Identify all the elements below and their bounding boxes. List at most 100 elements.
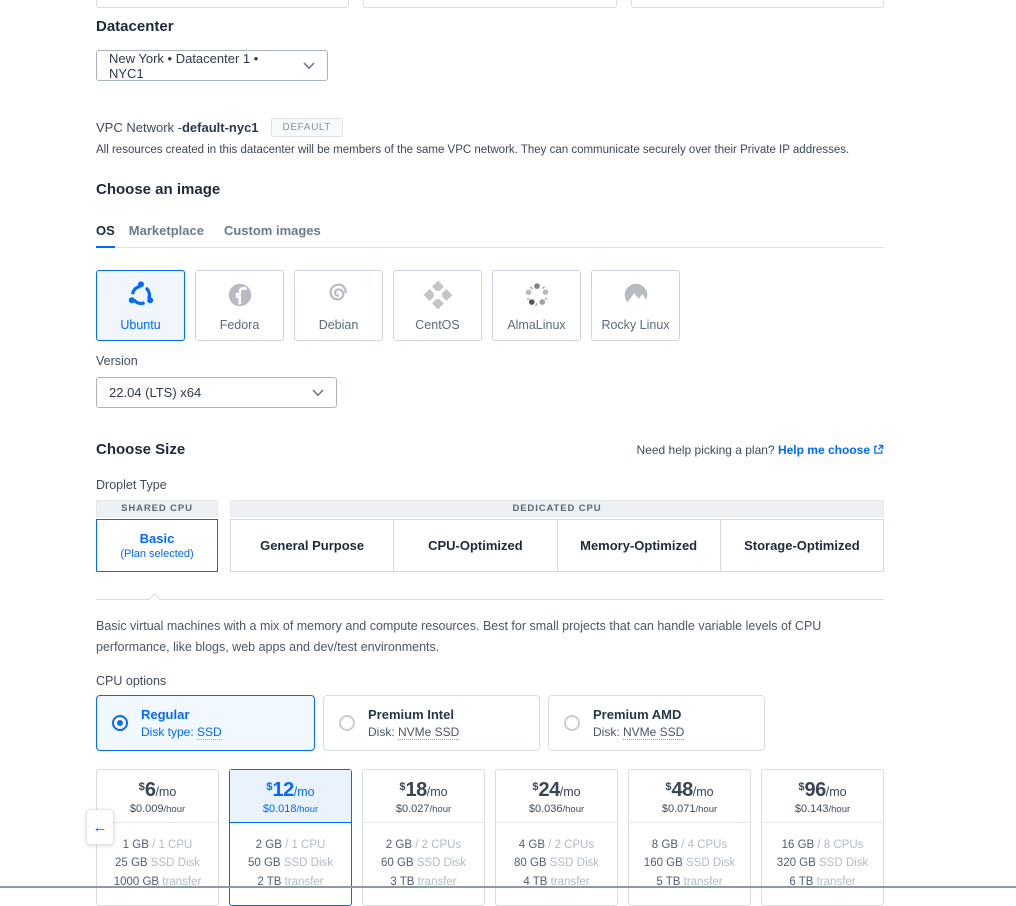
os-card-almalinux[interactable]: AlmaLinux: [492, 270, 581, 341]
radio-selected-icon[interactable]: [112, 715, 128, 731]
disk-label: SSD Disk: [417, 857, 466, 869]
disk-type-value: SSD: [197, 725, 222, 740]
disk-label-prefix: Disk:: [593, 725, 623, 739]
per-month: /mo: [427, 785, 448, 799]
ubuntu-logo-icon: [126, 279, 156, 311]
help-link-label: Help me choose: [778, 443, 870, 457]
disk: 80 GB: [514, 857, 547, 869]
chevron-down-icon: [312, 389, 324, 397]
per-hour: /hour: [696, 804, 718, 815]
os-card-fedora[interactable]: Fedora: [195, 270, 284, 341]
carousel-prev-button[interactable]: ←: [86, 809, 114, 845]
os-card-rockylinux[interactable]: Rocky Linux: [591, 270, 680, 341]
os-card-label: Rocky Linux: [601, 318, 669, 332]
chevron-down-icon: [303, 62, 315, 70]
ram: 2 GB: [386, 839, 412, 851]
tab-marketplace[interactable]: Marketplace: [129, 223, 204, 247]
cpus: / 1 CPU: [152, 839, 192, 851]
cpu-option-regular[interactable]: Regular Disk type: SSD: [96, 695, 315, 751]
per-month: /mo: [155, 785, 176, 799]
rockylinux-logo-icon: [621, 279, 651, 311]
os-card-debian[interactable]: Debian: [294, 270, 383, 341]
partial-field[interactable]: [363, 0, 616, 8]
ram: 4 GB: [519, 839, 545, 851]
plan-price: $6/mo $0.009/hour: [97, 770, 218, 823]
cpus: / 2 CPUs: [415, 839, 461, 851]
plan-price: $96/mo $0.143/hour: [762, 770, 883, 823]
type-tab-basic[interactable]: Basic (Plan selected): [96, 519, 218, 572]
tab-custom-images[interactable]: Custom images: [224, 223, 321, 247]
datacenter-select[interactable]: New York • Datacenter 1 • NYC1: [96, 50, 328, 81]
plan-price: $12/mo $0.018/hour: [230, 770, 351, 823]
create-droplet-page: Datacenter New York • Datacenter 1 • NYC…: [96, 0, 884, 906]
hourly-price: $0.009: [130, 803, 164, 815]
os-options: Ubuntu Fedora Debian: [96, 270, 884, 341]
radio-icon[interactable]: [564, 715, 580, 731]
partial-field[interactable]: [96, 0, 349, 8]
type-tab-storage-optimized[interactable]: Storage-Optimized: [720, 519, 884, 572]
help-prompt: Need help picking a plan?: [637, 443, 775, 457]
plan-selected-note: (Plan selected): [120, 548, 193, 560]
type-tab-general-purpose[interactable]: General Purpose: [230, 519, 394, 572]
ram: 16 GB: [782, 839, 815, 851]
type-tab-cpu-optimized[interactable]: CPU-Optimized: [393, 519, 557, 572]
disk-type-value: NVMe SSD: [398, 725, 459, 740]
ram: 8 GB: [652, 839, 678, 851]
datacenter-selected-value: New York • Datacenter 1 • NYC1: [109, 51, 295, 81]
cpu-option-premium-intel[interactable]: Premium Intel Disk: NVMe SSD: [323, 695, 540, 751]
plan-price: $24/mo $0.036/hour: [496, 770, 617, 823]
help-me-choose-link[interactable]: Help me choose: [778, 443, 884, 457]
left-arrow-icon: ←: [93, 819, 108, 836]
cpus: / 8 CPUs: [817, 839, 863, 851]
cpu-option-subtitle: Disk: NVMe SSD: [593, 725, 684, 739]
cpu-option-title: Premium Intel: [368, 707, 459, 722]
monthly-price: 96: [805, 779, 826, 801]
dedicated-cpu-group: DEDICATED CPU General Purpose CPU-Optimi…: [230, 500, 884, 572]
type-tab-memory-optimized[interactable]: Memory-Optimized: [557, 519, 721, 572]
version-selected-value: 22.04 (LTS) x64: [109, 385, 201, 400]
basic-tab-label: Basic: [140, 531, 175, 546]
shared-cpu-header: SHARED CPU: [96, 500, 218, 517]
droplet-type-tabs: SHARED CPU Basic (Plan selected) DEDICAT…: [96, 500, 884, 572]
partial-field[interactable]: [631, 0, 884, 8]
dedicated-cpu-header: DEDICATED CPU: [230, 500, 884, 517]
cpu-option-premium-amd[interactable]: Premium AMD Disk: NVMe SSD: [548, 695, 765, 751]
os-card-ubuntu[interactable]: Ubuntu: [96, 270, 185, 341]
monthly-price: 24: [539, 779, 560, 801]
disk-label: SSD Disk: [550, 857, 599, 869]
hourly-price: $0.036: [529, 803, 563, 815]
fedora-logo-icon: [225, 279, 255, 311]
basic-plan-description: Basic virtual machines with a mix of mem…: [96, 616, 884, 658]
choose-size-header: Choose Size Need help picking a plan? He…: [96, 441, 884, 458]
hourly-price: $0.018: [263, 803, 297, 815]
tab-label: Memory-Optimized: [580, 538, 697, 553]
datacenter-heading: Datacenter: [96, 18, 884, 35]
disk: 160 GB: [644, 857, 683, 869]
choose-image-heading: Choose an image: [96, 181, 884, 198]
vpc-network-label: VPC Network -: [96, 120, 182, 135]
disk-label-prefix: Disk:: [368, 725, 398, 739]
cpus: / 4 CPUs: [681, 839, 727, 851]
per-month: /mo: [693, 785, 714, 799]
vpc-network-row: VPC Network - default-nyc1 DEFAULT: [96, 118, 884, 137]
version-select[interactable]: 22.04 (LTS) x64: [96, 377, 337, 408]
monthly-price: 6: [145, 779, 156, 801]
ram: 1 GB: [123, 839, 149, 851]
per-hour: /hour: [164, 804, 186, 815]
disk: 50 GB: [248, 857, 281, 869]
os-card-label: Ubuntu: [120, 318, 160, 332]
tab-label: CPU-Optimized: [428, 538, 523, 553]
choose-size-heading: Choose Size: [96, 441, 185, 458]
cpu-option-subtitle: Disk: NVMe SSD: [368, 725, 459, 739]
cpu-option-title: Premium AMD: [593, 707, 684, 722]
divider-notch: [148, 593, 161, 606]
disk-label-prefix: Disk type:: [141, 725, 197, 739]
shared-cpu-group: SHARED CPU Basic (Plan selected): [96, 500, 218, 572]
radio-icon[interactable]: [339, 715, 355, 731]
monthly-price: 48: [672, 779, 693, 801]
vpc-description: All resources created in this datacenter…: [96, 144, 884, 156]
monthly-price: 18: [406, 779, 427, 801]
almalinux-logo-icon: [522, 279, 552, 311]
tab-os[interactable]: OS: [96, 223, 115, 248]
os-card-centos[interactable]: CentOS: [393, 270, 482, 341]
